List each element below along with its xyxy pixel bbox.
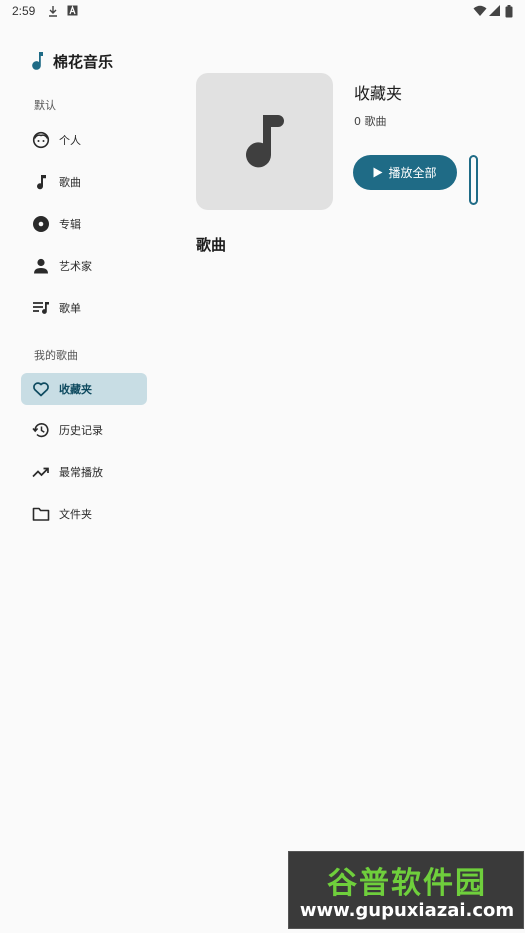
history-icon [32, 423, 49, 438]
sidebar-item-folders[interactable]: 文件夹 [21, 498, 147, 530]
album-disc-icon [33, 216, 49, 232]
shuffle-toggle-button[interactable] [469, 155, 478, 205]
playlist-title: 收藏夹 [354, 84, 403, 103]
face-icon [32, 131, 50, 149]
heart-icon [33, 382, 49, 397]
playlist-artwork [196, 73, 333, 210]
music-note-icon [37, 175, 46, 190]
app-title: 棉花音乐 [53, 52, 114, 71]
sidebar-item-label: 收藏夹 [59, 383, 92, 396]
sidebar-item-label: 歌单 [59, 302, 81, 315]
play-all-label: 播放全部 [388, 166, 437, 180]
download-icon [49, 6, 57, 17]
music-note-icon [32, 52, 43, 70]
signal-icon [489, 5, 500, 16]
playlist-icon [33, 302, 49, 314]
sidebar-item-artists[interactable]: 艺术家 [21, 250, 147, 282]
watermark-title: 谷普软件园 [327, 866, 487, 901]
status-time: 2:59 [12, 4, 36, 18]
person-icon [34, 258, 48, 274]
play-all-button[interactable]: 播放全部 [353, 155, 457, 190]
sidebar-item-playlists[interactable]: 歌单 [21, 292, 147, 324]
sidebar-item-label: 艺术家 [59, 260, 92, 273]
trending-up-icon [32, 467, 49, 478]
play-icon [373, 167, 383, 178]
status-bar: 2:59 [0, 0, 525, 24]
section-label-my-songs: 我的歌曲 [34, 349, 78, 362]
sidebar-item-personal[interactable]: 个人 [21, 124, 147, 156]
watermark-url: www.gupuxiazai.com [299, 900, 515, 921]
sidebar-item-label: 歌曲 [59, 176, 81, 189]
folder-icon [32, 507, 50, 521]
sidebar-item-favorites[interactable]: 收藏夹 [21, 373, 147, 405]
wifi-icon [473, 5, 487, 16]
section-label-default: 默认 [34, 99, 56, 112]
sidebar-item-songs[interactable]: 歌曲 [21, 166, 147, 198]
sidebar-item-label: 最常播放 [59, 466, 103, 479]
sidebar-item-label: 专辑 [59, 218, 81, 231]
music-note-icon [246, 115, 284, 168]
sidebar-item-label: 历史记录 [59, 424, 103, 437]
battery-icon [505, 5, 513, 18]
songs-heading: 歌曲 [196, 236, 227, 254]
sidebar-item-most-played[interactable]: 最常播放 [21, 456, 147, 488]
song-count: 0 歌曲 [354, 115, 387, 128]
watermark-logo: 谷普软件园 www.gupuxiazai.com [288, 851, 524, 929]
sidebar-item-label: 个人 [59, 134, 81, 147]
sidebar-item-albums[interactable]: 专辑 [21, 208, 147, 240]
sidebar-item-history[interactable]: 历史记录 [21, 414, 147, 446]
sidebar-item-label: 文件夹 [59, 508, 92, 521]
notification-a-icon [67, 5, 78, 16]
app-brand: 棉花音乐 [31, 50, 113, 72]
